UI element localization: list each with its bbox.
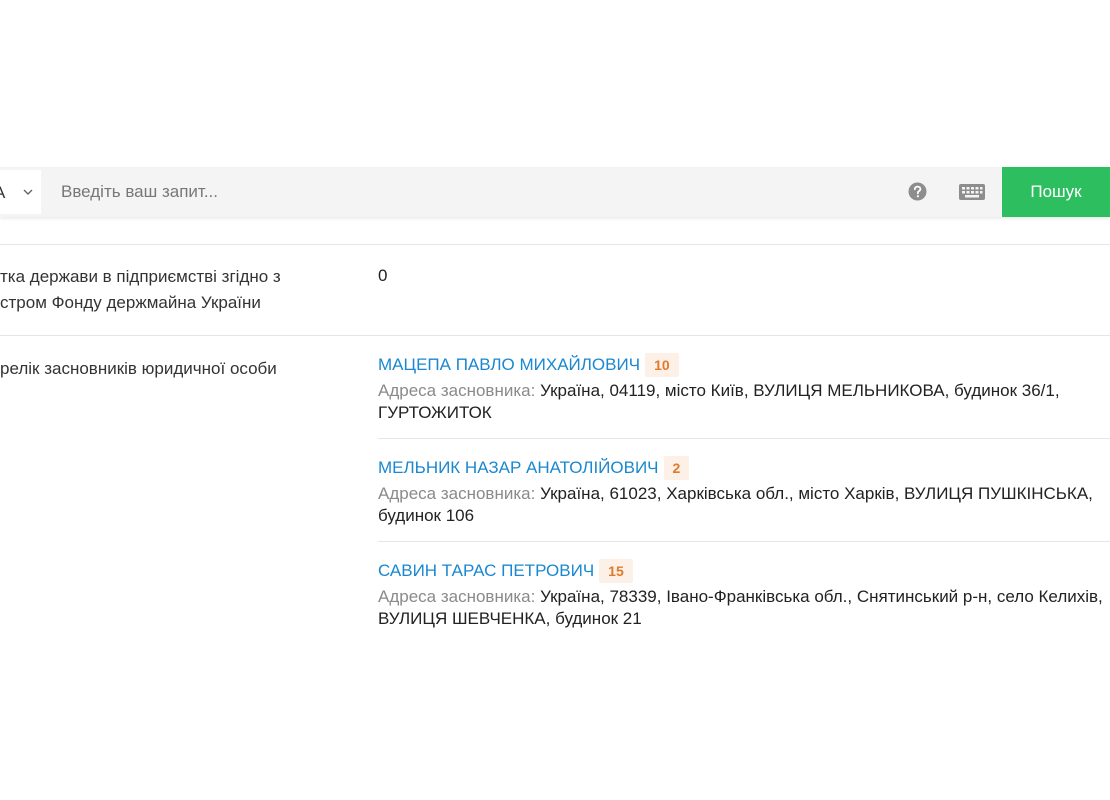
founders-label: релік засновників юридичної особи: [0, 356, 340, 382]
founder-count-badge: 15: [599, 559, 633, 583]
state-share-label-line1: тка держави в підприємстві згідно з: [0, 267, 281, 286]
founder-address-line2: будинок 106: [378, 506, 475, 525]
founder-head: МЕЛЬНИК НАЗАР АНАТОЛІЙОВИЧ 2: [378, 453, 1110, 483]
address-label: Адреса засновника:: [378, 381, 536, 400]
chevron-down-icon: [23, 189, 33, 195]
founder-name-link[interactable]: МАЦЕПА ПАВЛО МИХАЙЛОВИЧ: [378, 355, 640, 375]
founder-count-badge: 2: [663, 456, 690, 480]
founder-address: Адреса засновника: Україна, 04119, місто…: [378, 380, 1110, 402]
founder-address-line2: ГУРТОЖИТОК: [378, 403, 492, 422]
state-share-value: 0: [378, 266, 388, 285]
row-divider: [0, 244, 1110, 245]
state-share-label-line2: стром Фонду держмайна України: [0, 293, 261, 312]
founder-head: МАЦЕПА ПАВЛО МИХАЙЛОВИЧ 10: [378, 350, 1110, 380]
row-divider: [0, 335, 1110, 336]
founder-count-badge: 10: [645, 353, 679, 377]
address-value: Україна, 78339, Івано-Франківська обл., …: [540, 587, 1103, 606]
list-item: МЕЛЬНИК НАЗАР АНАТОЛІЙОВИЧ 2 Адреса засн…: [378, 438, 1110, 541]
address-value: Україна, 04119, місто Київ, ВУЛИЦЯ МЕЛЬН…: [540, 381, 1060, 400]
page: A: [0, 0, 1110, 800]
founder-name-link[interactable]: САВИН ТАРАС ПЕТРОВИЧ: [378, 561, 594, 581]
question-circle-icon[interactable]: [908, 182, 927, 201]
search-bar: A: [0, 167, 1110, 217]
state-share-label: тка держави в підприємстві згідно з стро…: [0, 264, 340, 316]
list-item: МАЦЕПА ПАВЛО МИХАЙЛОВИЧ 10 Адреса заснов…: [378, 350, 1110, 438]
founder-head: САВИН ТАРАС ПЕТРОВИЧ 15: [378, 556, 1110, 586]
keyboard-icon[interactable]: [958, 181, 986, 203]
address-label: Адреса засновника:: [378, 587, 536, 606]
search-scope-select[interactable]: A: [0, 170, 41, 214]
founders-label-text: релік засновників юридичної особи: [0, 359, 277, 378]
search-scope-label: A: [0, 183, 5, 203]
search-button[interactable]: Пошук: [1002, 167, 1110, 217]
address-value: Україна, 61023, Харківська обл., місто Х…: [540, 484, 1093, 503]
founder-address: Адреса засновника: Україна, 61023, Харкі…: [378, 483, 1110, 505]
address-label: Адреса засновника:: [378, 484, 536, 503]
founder-address-line2: ВУЛИЦЯ ШЕВЧЕНКА, будинок 21: [378, 609, 642, 628]
founder-address: Адреса засновника: Україна, 78339, Івано…: [378, 586, 1110, 608]
search-input[interactable]: [45, 167, 885, 217]
list-item: САВИН ТАРАС ПЕТРОВИЧ 15 Адреса засновник…: [378, 541, 1110, 644]
founder-name-link[interactable]: МЕЛЬНИК НАЗАР АНАТОЛІЙОВИЧ: [378, 458, 659, 478]
founders-list: МАЦЕПА ПАВЛО МИХАЙЛОВИЧ 10 Адреса заснов…: [378, 350, 1110, 644]
